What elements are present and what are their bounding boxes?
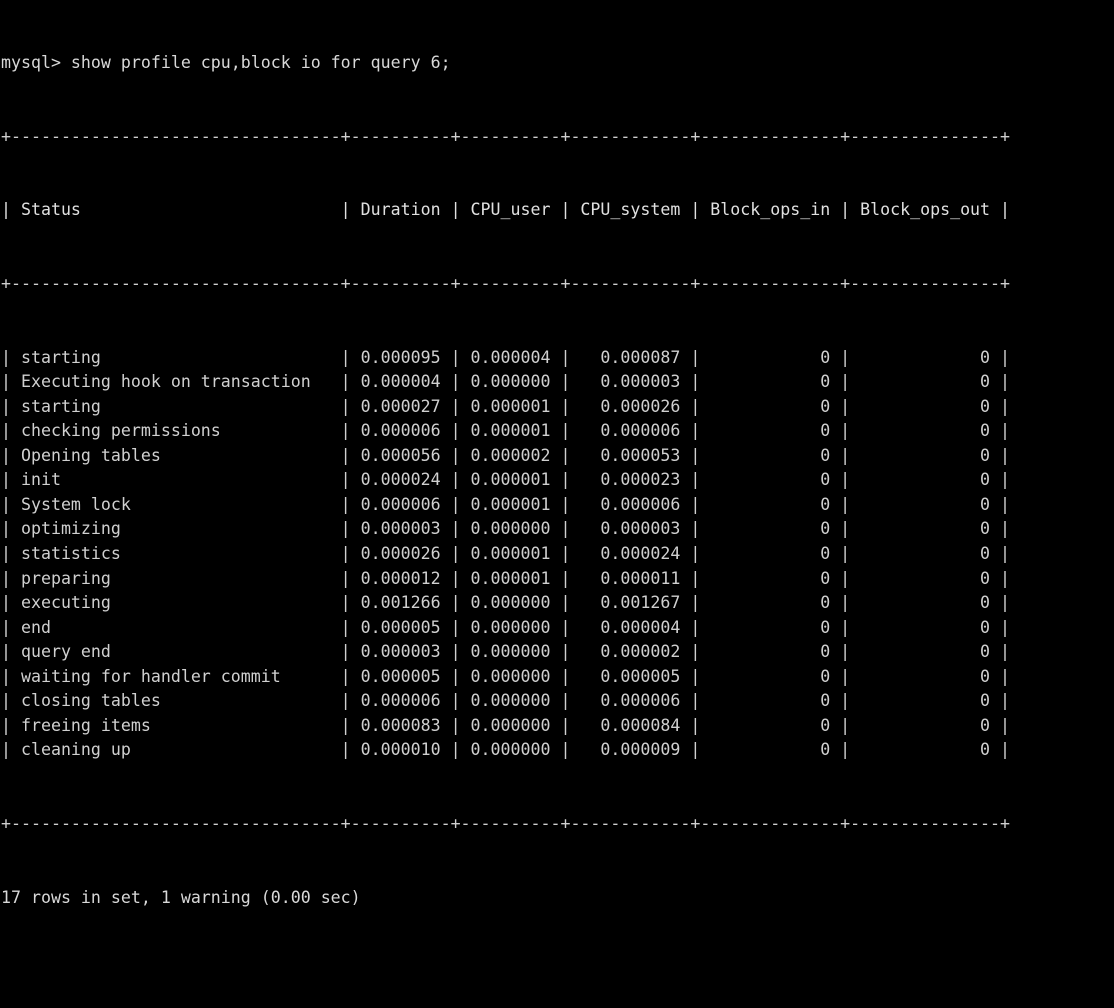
table-row: | freeing items | 0.000083 | 0.000000 | … [1, 715, 1011, 735]
table-row: | preparing | 0.000012 | 0.000001 | 0.00… [1, 568, 1011, 588]
table-row: | cleaning up | 0.000010 | 0.000000 | 0.… [1, 740, 1011, 760]
table-header-row: | Status | Duration | CPU_user | CPU_sys… [1, 200, 1011, 220]
table-row: | Opening tables | 0.000056 | 0.000002 |… [1, 445, 1011, 465]
terminal-cursor-line[interactable] [1, 959, 1114, 984]
result-summary: 17 rows in set, 1 warning (0.00 sec) [1, 887, 361, 907]
table-row: | checking permissions | 0.000006 | 0.00… [1, 421, 1011, 441]
table-row: | waiting for handler commit | 0.000005 … [1, 666, 1011, 686]
table-top-border: +---------------------------------+-----… [1, 126, 1011, 146]
table-body: | starting | 0.000095 | 0.000004 | 0.000… [1, 346, 1114, 763]
table-bottom-border: +---------------------------------+-----… [1, 814, 1011, 834]
table-row: | statistics | 0.000026 | 0.000001 | 0.0… [1, 544, 1011, 564]
terminal-window[interactable]: mysql> show profile cpu,block io for que… [0, 0, 1114, 907]
table-row: | init | 0.000024 | 0.000001 | 0.000023 … [1, 470, 1011, 490]
command-prompt-line: mysql> show profile cpu,block io for que… [1, 53, 451, 73]
table-row: | Executing hook on transaction | 0.0000… [1, 372, 1011, 392]
table-row: | System lock | 0.000006 | 0.000001 | 0.… [1, 494, 1011, 514]
table-row: | end | 0.000005 | 0.000000 | 0.000004 |… [1, 617, 1011, 637]
table-row: | query end | 0.000003 | 0.000000 | 0.00… [1, 642, 1011, 662]
table-row: | closing tables | 0.000006 | 0.000000 |… [1, 691, 1011, 711]
table-header-border: +---------------------------------+-----… [1, 274, 1011, 294]
table-row: | starting | 0.000095 | 0.000004 | 0.000… [1, 347, 1011, 367]
table-row: | starting | 0.000027 | 0.000001 | 0.000… [1, 396, 1011, 416]
table-row: | executing | 0.001266 | 0.000000 | 0.00… [1, 593, 1011, 613]
table-row: | optimizing | 0.000003 | 0.000000 | 0.0… [1, 519, 1011, 539]
